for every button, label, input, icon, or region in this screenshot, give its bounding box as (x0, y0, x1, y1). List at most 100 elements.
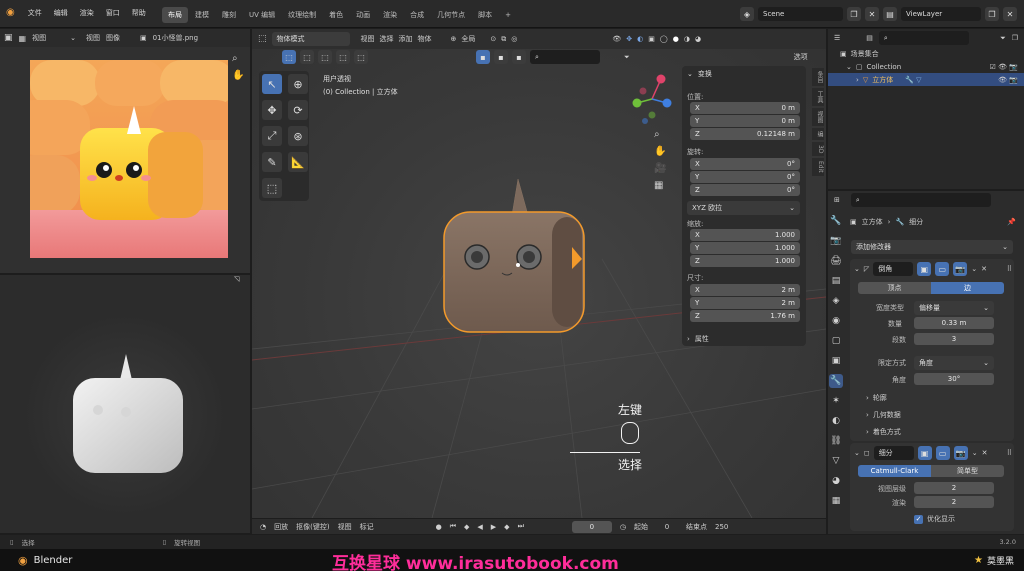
outliner-search[interactable]: ⌕ (878, 31, 969, 45)
options-label[interactable]: 选项 (794, 52, 808, 62)
search-field[interactable]: ⌕ (530, 50, 600, 64)
properties-search[interactable]: ⌕ (850, 193, 991, 207)
scale-x-field[interactable]: X 1.000 (690, 229, 800, 241)
edit-mode-toggle-icon[interactable]: ▣ (917, 446, 932, 460)
tab-tool[interactable]: 工具 (812, 88, 824, 106)
editor-type-icon[interactable]: ⬚ (258, 34, 267, 44)
view-icon[interactable]: ▦ (19, 34, 27, 43)
add-cube-tool-icon[interactable]: ⬚ (262, 178, 282, 198)
tab-view[interactable]: 视图 (812, 108, 824, 126)
location-y-field[interactable]: Y0 m (690, 115, 800, 127)
optimal-display-row[interactable]: ✓ 优化显示 (914, 514, 955, 524)
tab-modeling[interactable]: 建模 (189, 7, 215, 23)
dimensions-y-field[interactable]: Y2 m (690, 297, 800, 309)
shading-rendered-icon[interactable]: ◕ (695, 35, 701, 43)
rotation-z-field[interactable]: Z 0° (690, 184, 800, 196)
dropdown-icon[interactable]: ⌄ (972, 449, 978, 457)
scene-icon[interactable]: ◈ (829, 294, 843, 308)
profile-section[interactable]: › 轮廓 (866, 393, 887, 403)
object-expand-icon[interactable]: › (856, 76, 859, 84)
move-tool-icon[interactable]: ✥ (262, 100, 282, 120)
perspective-toggle-icon[interactable]: ▦ (654, 180, 666, 191)
measure-tool-icon[interactable]: 📐 (288, 152, 308, 172)
limit-method-selector[interactable]: 角度 ⌄ (914, 356, 994, 370)
remove-modifier-icon[interactable]: ✕ (982, 449, 988, 457)
image-menu-view[interactable]: 视图 (86, 33, 100, 43)
shading-section[interactable]: › 着色方式 (866, 427, 901, 437)
blender-logo-icon[interactable]: ◉ (6, 7, 15, 18)
zoom-view-icon[interactable]: ⌕ (654, 129, 666, 140)
start-frame-field[interactable]: 0 (656, 523, 678, 531)
playback-menu[interactable]: 回放 (274, 522, 288, 532)
filter-icon[interactable]: ⏷ (1000, 34, 1006, 43)
cube-model[interactable] (432, 175, 592, 345)
menu-object[interactable]: 物体 (418, 34, 432, 44)
add-modifier-button[interactable]: 添加修改器 ⌄ (851, 240, 1013, 254)
render-toggle-icon[interactable]: 📷 (953, 446, 968, 460)
remove-modifier-icon[interactable]: ✕ (981, 265, 987, 273)
output-icon[interactable]: 🖨 (829, 254, 843, 268)
menu-window[interactable]: 窗口 (101, 8, 125, 18)
transform-tool-icon[interactable]: ⊛ (288, 126, 308, 146)
menu-select[interactable]: 选择 (380, 34, 394, 44)
corner-handle-icon[interactable]: ◹ (234, 275, 239, 283)
bevel-name-field[interactable]: 倒角 (873, 262, 914, 276)
image-view-mode[interactable]: 视图 (32, 33, 46, 43)
catmull-clark-button[interactable]: Catmull-Clark (858, 465, 931, 477)
image-filename[interactable]: 01小怪兽.png (153, 33, 198, 43)
drag-handle-icon[interactable]: ⠿ (1007, 449, 1012, 457)
pin-icon[interactable]: 📌 (1007, 218, 1016, 226)
outliner-type-icon[interactable]: ☰ (834, 34, 840, 42)
dropdown-icon[interactable]: ⌄ (971, 265, 977, 273)
material-icon[interactable]: ◕ (829, 474, 843, 488)
proportional-edit-icon[interactable]: ◎ (511, 35, 517, 43)
play-icon[interactable]: ▶ (491, 523, 496, 531)
drag-handle-icon[interactable]: ⠿ (1007, 265, 1012, 273)
collapse-icon[interactable]: ⌄ (687, 70, 693, 78)
record-icon[interactable]: ● (436, 523, 442, 531)
world-icon[interactable]: ◉ (829, 314, 843, 328)
end-frame-field[interactable]: 250 (715, 523, 728, 531)
physics-icon[interactable]: ◐ (829, 414, 843, 428)
object-visibility-icon[interactable]: 👁 📷 (998, 76, 1018, 84)
object-props-icon[interactable]: ▣ (829, 354, 843, 368)
marker-menu[interactable]: 标记 (360, 522, 374, 532)
xray-icon[interactable]: ▣ (648, 35, 655, 43)
image-browse-icon[interactable]: ▣ (140, 34, 147, 42)
simple-button[interactable]: 简单型 (931, 465, 1004, 477)
properties-type-icon[interactable]: ⊞ (834, 196, 840, 204)
render-icon[interactable]: 📷 (829, 234, 843, 248)
timeline-type-icon[interactable]: ◔ (260, 523, 266, 531)
tab-geometry-nodes[interactable]: 几何节点 (431, 7, 471, 23)
data-props-icon[interactable]: ▽ (829, 454, 843, 468)
dimensions-x-field[interactable]: X2 m (690, 284, 800, 296)
zoom-icon[interactable]: ⌕ (232, 53, 244, 64)
view-layer-icon[interactable]: ▤ (883, 7, 897, 21)
scale-y-field[interactable]: Y 1.000 (690, 242, 800, 254)
tab-edit[interactable]: Edit (812, 158, 824, 177)
clock-icon[interactable]: ◷ (620, 523, 626, 531)
scene-collection-row[interactable]: ▣ 场景集合 (828, 47, 1024, 60)
transform-orientation-icon[interactable]: ⊕ (451, 35, 457, 43)
image-menu-image[interactable]: 图像 (106, 33, 120, 43)
amount-field[interactable]: 0.33 m (914, 317, 994, 329)
delete-view-layer-icon[interactable]: ✕ (1003, 7, 1017, 21)
tab-compositing[interactable]: 合成 (404, 7, 430, 23)
delete-scene-icon[interactable]: ✕ (865, 7, 879, 21)
viewport-toggle-icon[interactable]: ▭ (935, 262, 950, 276)
shading-material-icon[interactable]: ◑ (684, 35, 690, 43)
menu-add[interactable]: 添加 (399, 34, 413, 44)
mesh-select-face-icon[interactable]: ▪ (512, 50, 526, 64)
select-invert-icon[interactable]: ⬚ (336, 50, 350, 64)
menu-render[interactable]: 渲染 (75, 8, 99, 18)
tab-3d[interactable]: 3D (812, 142, 824, 157)
tab-edit-cn[interactable]: 编 (812, 128, 824, 140)
subsurf-name-field[interactable]: 细分 (873, 446, 914, 460)
levels-viewport-field[interactable]: 2 (914, 482, 994, 494)
modifier-props-icon[interactable]: 🔧 (829, 374, 843, 388)
menu-help[interactable]: 帮助 (127, 8, 151, 18)
rotation-y-field[interactable]: Y 0° (690, 171, 800, 183)
visibility-icon[interactable]: 👁 (612, 35, 621, 43)
pan-view-icon[interactable]: ✋ (654, 146, 666, 157)
shading-wireframe-icon[interactable]: ◯ (660, 35, 668, 43)
